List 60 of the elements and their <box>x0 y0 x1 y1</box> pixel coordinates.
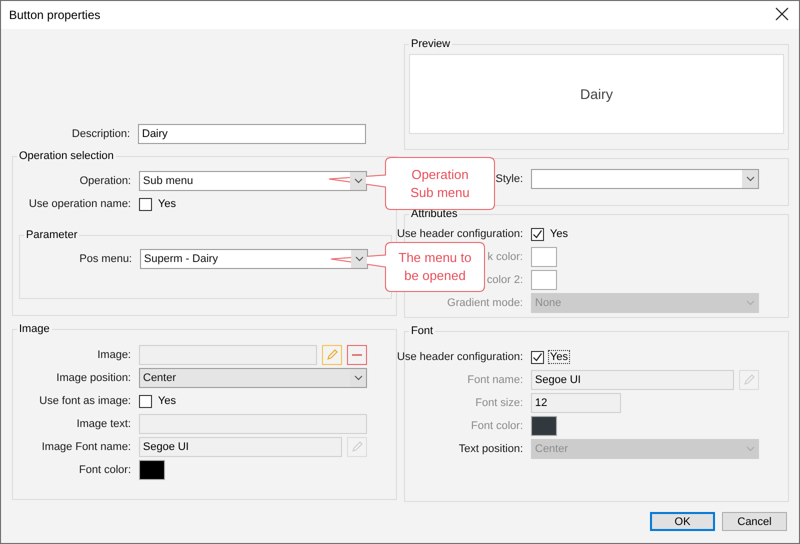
field-label: Image Font name: <box>42 441 131 453</box>
checkbox[interactable] <box>531 350 544 364</box>
text-field[interactable]: Dairy <box>138 124 366 144</box>
field-label: Use operation name: <box>28 198 131 210</box>
checkbox-label: Yes <box>549 228 569 240</box>
dropdown[interactable]: Superm - Dairy <box>140 249 368 269</box>
color-swatch[interactable] <box>139 460 165 480</box>
checkbox[interactable] <box>531 228 544 240</box>
preview-text: Dairy <box>580 86 613 102</box>
field-label: Font color: <box>471 420 523 432</box>
caret-icon <box>746 446 754 452</box>
field-label: Gradient mode: <box>447 297 523 309</box>
field-label: Use header configuration: <box>397 351 523 363</box>
field-label: Image position: <box>56 372 131 384</box>
field-label: Image: <box>97 349 131 361</box>
dropdown[interactable]: Sub menu <box>139 171 367 191</box>
color-swatch[interactable] <box>531 270 557 290</box>
field-label: Description: <box>72 128 130 140</box>
field-label: Use header configuration: <box>397 228 523 240</box>
color-swatch[interactable] <box>531 416 557 436</box>
cancel-button[interactable]: Cancel <box>722 512 787 531</box>
group-title: Attributes <box>410 208 458 220</box>
minus-icon <box>351 353 363 357</box>
dropdown[interactable]: Center <box>139 368 367 388</box>
field-label: color 2: <box>486 274 523 286</box>
caret-icon <box>354 375 362 381</box>
field-label: Font color: <box>79 464 131 476</box>
caret-icon <box>354 256 364 262</box>
checkbox[interactable] <box>139 394 152 408</box>
field-label: Use font as image: <box>39 395 131 407</box>
checkbox[interactable] <box>139 198 152 210</box>
window-title: Button properties <box>9 8 100 22</box>
group-title: Parameter <box>25 229 78 241</box>
pencil-icon <box>743 374 755 386</box>
caret-icon <box>746 300 754 306</box>
dropdown[interactable] <box>531 169 759 189</box>
checkbox-label: Yes <box>157 395 177 407</box>
field-label: k color: <box>488 251 523 263</box>
checkbox-label: Yes <box>157 198 177 210</box>
field-label: Pos menu: <box>79 253 132 265</box>
field-label: Style: <box>495 173 523 185</box>
field-label: Text position: <box>458 443 523 455</box>
close-button[interactable] <box>775 7 791 23</box>
color-swatch[interactable] <box>531 247 557 267</box>
group-title: Image <box>18 323 51 335</box>
field-label: Font name: <box>467 374 523 386</box>
caret-icon <box>354 178 362 184</box>
checkbox-label: Yes <box>549 351 569 363</box>
pencil-icon <box>351 441 363 453</box>
field-label: Operation: <box>80 175 131 187</box>
group-title: Preview <box>410 38 452 50</box>
caret-icon <box>746 176 754 182</box>
pencil-icon <box>326 349 338 361</box>
field-label: Image text: <box>76 418 131 430</box>
group-title: Font <box>410 325 434 337</box>
ok-button[interactable]: OK <box>650 512 715 531</box>
callout-text: The menu to be opened <box>398 249 472 285</box>
group-title: Operation selection <box>18 150 115 162</box>
field-label: Font size: <box>475 397 523 409</box>
callout-text: Operation Sub menu <box>409 166 471 202</box>
